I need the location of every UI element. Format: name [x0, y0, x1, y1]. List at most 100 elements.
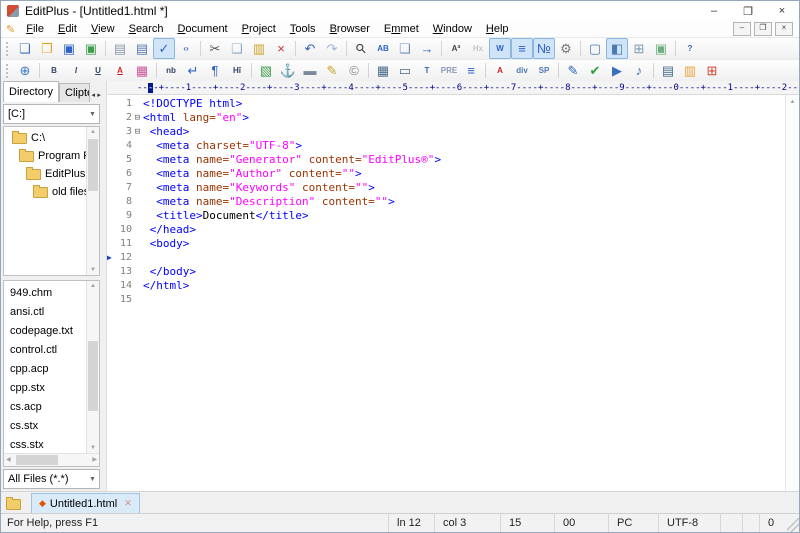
minimize-button[interactable]: –	[697, 1, 731, 21]
insert-media-button[interactable]: ▶	[606, 60, 628, 81]
file-list-hscrollbar[interactable]: ◀ ▶	[4, 453, 99, 466]
tab-close-icon[interactable]: ✕	[124, 498, 132, 509]
line-numbers-button[interactable]: №	[533, 38, 555, 59]
menu-file[interactable]: File	[19, 23, 51, 35]
menu-emmet[interactable]: Emmet	[377, 23, 426, 35]
view-details-button[interactable]: ▥	[679, 60, 701, 81]
paragraph-button[interactable]: ¶	[204, 60, 226, 81]
code-line[interactable]: 1<!DOCTYPE html>	[107, 97, 785, 111]
new-document-button[interactable]: ❏	[14, 38, 36, 59]
save-all-button[interactable]: ▣	[80, 38, 102, 59]
mdi-close-button[interactable]: ×	[775, 22, 793, 36]
insert-link-button[interactable]: A	[489, 60, 511, 81]
code-line[interactable]: 2⊟<html lang="en">	[107, 111, 785, 125]
find-in-files-button[interactable]: ❑	[394, 38, 416, 59]
editor-scrollbar[interactable]: ▲	[785, 95, 799, 491]
insert-div-button[interactable]: div	[511, 60, 533, 81]
scroll-left-icon[interactable]: ◀	[6, 455, 11, 465]
context-help-button[interactable]: ?	[679, 38, 701, 59]
compose-button[interactable]: ✎	[321, 60, 343, 81]
redo-button[interactable]: ↷	[321, 38, 343, 59]
view-in-browser-button[interactable]: ⊕	[14, 60, 36, 81]
auto-indent-button[interactable]: ≡	[511, 38, 533, 59]
font-color-button[interactable]: A	[109, 60, 131, 81]
insert-music-button[interactable]: ♪	[628, 60, 650, 81]
toolbar-grip[interactable]	[6, 64, 11, 78]
heading-button[interactable]: Hī	[226, 60, 248, 81]
menu-browser[interactable]: Browser	[323, 23, 377, 35]
code-line[interactable]: 15	[107, 293, 785, 307]
anchor-button[interactable]: ⚓	[277, 60, 299, 81]
copyright-button[interactable]: ©	[343, 60, 365, 81]
code-line[interactable]: 13 </body>	[107, 265, 785, 279]
menu-project[interactable]: Project	[235, 23, 283, 35]
color-windows-button[interactable]: ⊞	[701, 60, 723, 81]
tree-item-c-[interactable]: C:\	[4, 129, 86, 147]
resize-grip[interactable]	[787, 514, 799, 532]
spell-check-button[interactable]: ✓	[153, 38, 175, 59]
file-filter-selector[interactable]: All Files (*.*) ▼	[3, 469, 100, 489]
italic-button[interactable]: I	[65, 60, 87, 81]
file-item-cs-acp[interactable]: cs.acp	[4, 397, 86, 416]
find-button[interactable]: ⚲	[350, 38, 372, 59]
file-item-css-stx[interactable]: css.stx	[4, 435, 86, 453]
menu-view[interactable]: View	[84, 23, 122, 35]
close-button[interactable]: ×	[765, 1, 799, 21]
save-button[interactable]: ▣	[58, 38, 80, 59]
insert-table-button[interactable]: ▦	[372, 60, 394, 81]
tab-directory[interactable]: Directory	[3, 81, 59, 102]
code-line[interactable]: 14</html>	[107, 279, 785, 293]
fold-collapse-icon[interactable]: ⊟	[132, 125, 143, 139]
scroll-up-icon[interactable]: ▲	[90, 127, 96, 137]
spell-check-document-button[interactable]: ✔	[584, 60, 606, 81]
fold-collapse-icon[interactable]: ⊟	[132, 111, 143, 125]
tab-cliptext[interactable]: Cliptext	[59, 83, 90, 102]
tree-item-editplus[interactable]: EditPlus	[4, 165, 86, 183]
print-preview-button[interactable]: ▤	[109, 38, 131, 59]
preferences-button[interactable]: ⚙	[555, 38, 577, 59]
code-line[interactable]: 3⊟ <head>	[107, 125, 785, 139]
code-line[interactable]: 7 <meta name="Keywords" content="">	[107, 181, 785, 195]
code-line[interactable]: 6 <meta name="Author" content="">	[107, 167, 785, 181]
document-tab-untitled1[interactable]: ◆ Untitled1.html ✕	[31, 493, 140, 513]
file-item-949-chm[interactable]: 949.chm	[4, 283, 86, 302]
replace-button[interactable]: AB	[372, 38, 394, 59]
file-item-codepage-txt[interactable]: codepage.txt	[4, 321, 86, 340]
menu-document[interactable]: Document	[170, 23, 234, 35]
undo-button[interactable]: ↶	[299, 38, 321, 59]
code-line[interactable]: 11 <body>	[107, 237, 785, 251]
file-item-control-ctl[interactable]: control.ctl	[4, 340, 86, 359]
menu-tools[interactable]: Tools	[283, 23, 323, 35]
toolbar-grip[interactable]	[6, 42, 11, 56]
scroll-up-icon[interactable]: ▲	[90, 281, 96, 291]
nonbreaking-space-button[interactable]: nb	[160, 60, 182, 81]
form-field-button[interactable]: ▭	[394, 60, 416, 81]
toggle-fullscreen-button[interactable]: ▣	[650, 38, 672, 59]
goto-line-button[interactable]: →	[416, 38, 438, 59]
center-text-button[interactable]: T	[416, 60, 438, 81]
file-list-scrollbar[interactable]: ▲ ▼	[86, 281, 99, 453]
underline-button[interactable]: U	[87, 60, 109, 81]
tree-scrollbar[interactable]: ▲ ▼	[86, 127, 99, 275]
print-button[interactable]: ▤	[131, 38, 153, 59]
drive-selector[interactable]: [C:] ▼	[3, 104, 100, 124]
menu-help[interactable]: Help	[479, 23, 516, 35]
code-line[interactable]: 9 <title>Document</title>	[107, 209, 785, 223]
toggle-toolbar-button[interactable]: ▢	[584, 38, 606, 59]
insert-span-button[interactable]: SP	[533, 60, 555, 81]
mdi-restore-button[interactable]: ❐	[754, 22, 772, 36]
delete-button[interactable]: ×	[270, 38, 292, 59]
file-item-cpp-stx[interactable]: cpp.stx	[4, 378, 86, 397]
font-button[interactable]: Aª	[445, 38, 467, 59]
menu-window[interactable]: Window	[426, 23, 479, 35]
mdi-minimize-button[interactable]: –	[733, 22, 751, 36]
file-item-ansi-ctl[interactable]: ansi.ctl	[4, 302, 86, 321]
color-palette-button[interactable]: ▦	[131, 60, 153, 81]
copy-button[interactable]: ❑	[226, 38, 248, 59]
insert-list-button[interactable]: ≡	[460, 60, 482, 81]
file-item-cs-stx[interactable]: cs.stx	[4, 416, 86, 435]
scroll-right-icon[interactable]: ▶	[92, 455, 97, 465]
word-wrap-button[interactable]: W	[489, 38, 511, 59]
code-line[interactable]: 8 <meta name="Description" content="">	[107, 195, 785, 209]
toggle-directory-pane-button[interactable]: ◧	[606, 38, 628, 59]
